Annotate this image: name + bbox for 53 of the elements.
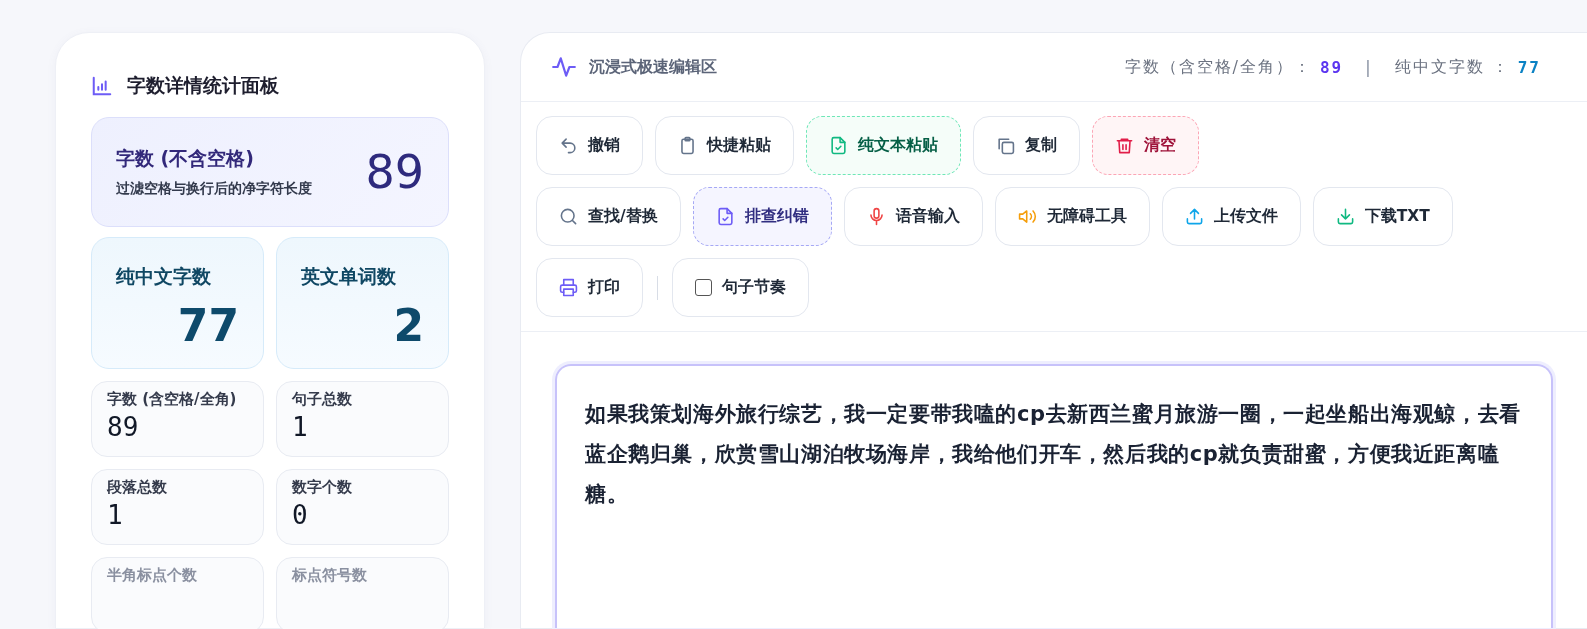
card-label: 数字个数 xyxy=(292,480,353,496)
text-editor[interactable]: 如果我策划海外旅行综艺，我一定要带我嗑的cp去新西兰蜜月旅游一圈，一起坐船出海观鲸，去看蓝企鹅归巢，欣赏雪山湖泊牧场海岸，我给他们开车，然后我的cp就负责甜蜜，方便我近距离嗑糖。 xyxy=(555,364,1553,628)
toolbar-button[interactable]: 快捷粘贴 xyxy=(655,116,794,175)
toolbar-button[interactable]: 排查纠错 xyxy=(692,187,832,246)
card-label: 段落总数 xyxy=(107,480,168,496)
upload-icon xyxy=(1184,207,1204,226)
undo-icon xyxy=(559,136,578,155)
card-value: 1 xyxy=(107,499,124,530)
card-value: 89 xyxy=(365,145,424,199)
toolbar-button[interactable]: 语音输入 xyxy=(843,187,983,246)
toolbar-button[interactable]: 打印 xyxy=(536,258,643,317)
file-check-icon xyxy=(715,207,735,226)
editor-title: 沉浸式极速编辑区 xyxy=(589,56,717,78)
toolbar-button[interactable]: 上传文件 xyxy=(1161,187,1301,246)
counter-value: 77 xyxy=(1517,57,1541,77)
download-icon xyxy=(1335,207,1355,226)
card-value: 77 xyxy=(177,300,239,351)
toolbar-button[interactable]: 复制 xyxy=(973,116,1080,175)
checkbox[interactable] xyxy=(695,279,712,296)
card-value: 0 xyxy=(292,499,309,530)
editor-text: 如果我策划海外旅行综艺，我一定要带我嗑的cp去新西兰蜜月旅游一圈，一起坐船出海观鲸，去看蓝企鹅归巢，欣赏雪山湖泊牧场海岸，我给他们开车，然后我的cp就负责甜蜜，方便我近距离嗑糖。 xyxy=(585,401,1522,508)
pulse-icon xyxy=(551,54,577,80)
toolbar-button[interactable]: 下载TXT xyxy=(1312,187,1453,246)
counter-value: 89 xyxy=(1320,57,1344,77)
card-value: 1 xyxy=(292,411,309,442)
toggle-button[interactable]: 句子节奏 xyxy=(672,258,809,317)
printer-icon xyxy=(559,278,578,297)
card-label: 字数 (含空格/全角) xyxy=(107,392,238,408)
toolbar-button[interactable]: 纯文本粘贴 xyxy=(806,116,961,175)
speaker-icon xyxy=(1017,207,1037,226)
counter-label: 纯中文字数 ： xyxy=(1394,56,1510,78)
card-label: 半角标点个数 xyxy=(107,568,198,584)
separator: | xyxy=(1365,57,1373,77)
card-value: 2 xyxy=(393,300,424,351)
toolbar-button[interactable]: 撤销 xyxy=(536,116,643,175)
card-label: 句子总数 xyxy=(292,392,353,408)
counter-label: 字数（含空格/全角）： xyxy=(1124,56,1312,78)
clipboard-icon xyxy=(678,136,697,155)
card-caption: 过滤空格与换行后的净字符长度 xyxy=(116,180,312,198)
file-check-icon xyxy=(829,136,848,155)
card-label: 标点符号数 xyxy=(292,568,368,584)
card-label: 字数 (不含空格) xyxy=(116,146,255,171)
panel-title: 字数详情统计面板 xyxy=(127,73,279,98)
toolbar-button[interactable]: 无障碍工具 xyxy=(994,187,1150,246)
toolbar-button[interactable]: 清空 xyxy=(1092,116,1199,175)
card-value: 89 xyxy=(107,411,140,442)
card-label: 纯中文字数 xyxy=(116,264,212,289)
search-icon xyxy=(559,207,578,226)
bar-chart-icon xyxy=(91,75,113,97)
copy-icon xyxy=(996,136,1015,155)
toolbar-button[interactable]: 查找/替换 xyxy=(536,187,681,246)
trash-icon xyxy=(1115,136,1134,155)
card-label: 英文单词数 xyxy=(301,264,397,289)
